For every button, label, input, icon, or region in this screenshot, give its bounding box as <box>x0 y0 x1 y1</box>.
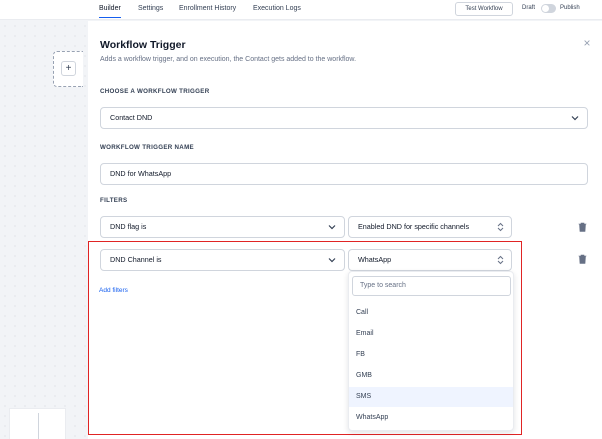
panel-title: Workflow Trigger <box>100 39 186 51</box>
workflow-trigger-panel: Workflow Trigger Adds a workflow trigger… <box>88 21 602 439</box>
dropdown-search-input[interactable]: Type to search <box>352 276 511 296</box>
trash-icon[interactable] <box>578 254 587 264</box>
draft-label: Draft <box>522 5 536 11</box>
top-navigation: Builder Settings Enrollment History Exec… <box>0 0 602 20</box>
dropdown-option-call[interactable]: Call <box>349 303 513 323</box>
chevron-down-icon <box>328 258 336 263</box>
add-filter-link[interactable]: Add filters <box>99 287 128 294</box>
filter-2-value: WhatsApp <box>358 255 392 264</box>
filter-1-value-select[interactable]: Enabled DND for specific channels <box>348 216 512 238</box>
filter-1-field-select[interactable]: DND flag is <box>100 216 345 238</box>
tab-settings[interactable]: Settings <box>138 5 163 12</box>
channel-dropdown-menu: Type to search Call Email FB GMB SMS Wha… <box>348 271 514 431</box>
workflow-canvas[interactable]: + <box>0 21 88 439</box>
filter-2-value-select[interactable]: WhatsApp <box>348 249 512 271</box>
dropdown-search-placeholder: Type to search <box>360 282 406 289</box>
trigger-select[interactable]: Contact DND <box>100 107 588 129</box>
sort-arrows-icon <box>497 255 504 265</box>
trash-icon[interactable] <box>578 222 587 232</box>
sort-arrows-icon <box>497 222 504 232</box>
dropdown-option-gmb[interactable]: GMB <box>349 366 513 386</box>
filters-label: FILTERS <box>100 197 128 204</box>
tab-execution-logs[interactable]: Execution Logs <box>253 5 301 12</box>
canvas-minimap[interactable] <box>9 408 66 439</box>
publish-toggle[interactable] <box>541 4 556 13</box>
filter-2-field-value: DND Channel is <box>110 255 162 264</box>
dropdown-option-fb[interactable]: FB <box>349 345 513 365</box>
panel-description: Adds a workflow trigger, and on executio… <box>100 56 357 63</box>
choose-trigger-label: CHOOSE A WORKFLOW TRIGGER <box>100 88 210 95</box>
plus-icon[interactable]: + <box>61 61 76 76</box>
publish-label: Publish <box>560 5 580 11</box>
close-icon[interactable]: × <box>581 37 593 49</box>
chevron-down-icon <box>328 225 336 230</box>
trigger-name-label: WORKFLOW TRIGGER NAME <box>100 144 194 151</box>
test-workflow-button[interactable]: Test Workflow <box>455 2 513 16</box>
dropdown-option-whatsapp[interactable]: WhatsApp <box>349 408 513 428</box>
filter-1-field-value: DND flag is <box>110 222 147 231</box>
tab-enrollment-history[interactable]: Enrollment History <box>179 5 236 12</box>
dropdown-option-email[interactable]: Email <box>349 324 513 344</box>
trigger-name-input[interactable]: DND for WhatsApp <box>100 163 588 185</box>
minimap-connector <box>38 413 39 439</box>
filter-2-field-select[interactable]: DND Channel is <box>100 249 345 271</box>
trigger-name-value: DND for WhatsApp <box>110 169 172 178</box>
add-trigger-node[interactable]: + <box>53 51 83 87</box>
tab-builder[interactable]: Builder <box>99 5 121 18</box>
chevron-down-icon <box>571 116 579 121</box>
dropdown-option-sms[interactable]: SMS <box>349 387 513 407</box>
filter-1-value: Enabled DND for specific channels <box>358 222 470 231</box>
add-filter-label: Add filters <box>99 287 128 294</box>
trigger-select-value: Contact DND <box>110 113 153 122</box>
